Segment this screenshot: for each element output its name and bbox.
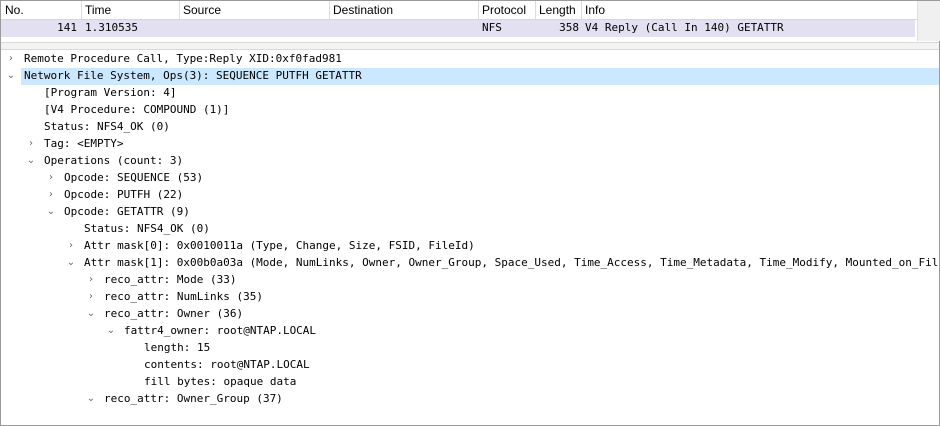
chevron-right-icon[interactable]: ›: [65, 239, 77, 253]
tree-item-label: [V4 Procedure: COMPOUND (1)]: [44, 103, 230, 116]
packet-time: 1.310535: [85, 21, 138, 34]
tree-item-opcode-getattr[interactable]: ⌄ Opcode: GETATTR (9): [1, 204, 939, 221]
packet-list-header: No. Time Source Destination Protocol Len…: [1, 1, 917, 20]
tree-item-reco-attr-owner[interactable]: ⌄ reco_attr: Owner (36): [1, 306, 939, 323]
packet-list: No. Time Source Destination Protocol Len…: [1, 1, 940, 41]
tree-item-attr-mask-1[interactable]: ⌄ Attr mask[1]: 0x00b0a03a (Mode, NumLin…: [1, 255, 939, 272]
tree-item-attr-mask-0[interactable]: › Attr mask[0]: 0x0010011a (Type, Change…: [1, 238, 939, 255]
packet-view-window: No. Time Source Destination Protocol Len…: [0, 0, 940, 426]
pane-splitter[interactable]: [1, 42, 939, 50]
chevron-right-icon[interactable]: ›: [45, 188, 57, 202]
tree-item-opcode-sequence[interactable]: › Opcode: SEQUENCE (53): [1, 170, 939, 187]
chevron-down-icon[interactable]: ⌄: [65, 256, 77, 270]
column-separator[interactable]: [179, 1, 180, 19]
tree-item-status[interactable]: Status: NFS4_OK (0): [1, 119, 939, 136]
chevron-down-icon[interactable]: ⌄: [45, 205, 57, 219]
tree-item-rpc[interactable]: › Remote Procedure Call, Type:Reply XID:…: [1, 51, 939, 68]
column-header-info[interactable]: Info: [585, 3, 605, 17]
tree-item-program-version[interactable]: [Program Version: 4]: [1, 85, 939, 102]
tree-item-label: Opcode: PUTFH (22): [64, 188, 184, 201]
tree-item-label: Remote Procedure Call, Type:Reply XID:0x…: [24, 52, 342, 65]
packet-details-tree: › Remote Procedure Call, Type:Reply XID:…: [1, 51, 939, 423]
tree-item-label: Attr mask[0]: 0x0010011a (Type, Change, …: [84, 239, 475, 252]
tree-item-nfs[interactable]: ⌄ Network File System, Ops(3): SEQUENCE …: [1, 68, 939, 85]
chevron-right-icon[interactable]: ›: [85, 290, 97, 304]
tree-item-operations[interactable]: ⌄ Operations (count: 3): [1, 153, 939, 170]
packet-row-selected[interactable]: 141 1.310535 NFS 358 V4 Reply (Call In 1…: [1, 20, 915, 37]
chevron-right-icon[interactable]: ›: [45, 171, 57, 185]
tree-item-reco-attr-mode[interactable]: › reco_attr: Mode (33): [1, 272, 939, 289]
column-header-time[interactable]: Time: [85, 3, 111, 17]
chevron-right-icon[interactable]: ›: [85, 273, 97, 287]
tree-item-contents[interactable]: contents: root@NTAP.LOCAL: [1, 357, 939, 374]
chevron-down-icon[interactable]: ⌄: [105, 324, 117, 338]
packet-list-scrollbar[interactable]: [917, 1, 940, 41]
column-separator[interactable]: [81, 1, 82, 19]
tree-item-label: contents: root@NTAP.LOCAL: [144, 358, 310, 371]
packet-no: 141: [57, 21, 77, 34]
tree-item-label: [Program Version: 4]: [44, 86, 177, 99]
packet-length: 358: [559, 21, 579, 34]
chevron-down-icon[interactable]: ⌄: [25, 154, 37, 168]
tree-item-label: Operations (count: 3): [44, 154, 184, 167]
packet-protocol: NFS: [482, 21, 502, 34]
column-header-no[interactable]: No.: [5, 3, 24, 17]
column-separator[interactable]: [581, 1, 582, 19]
chevron-down-icon[interactable]: ⌄: [85, 392, 97, 406]
chevron-down-icon[interactable]: ⌄: [85, 307, 97, 321]
tree-item-label: Status: NFS4_OK (0): [84, 222, 210, 235]
tree-item-label: reco_attr: NumLinks (35): [104, 290, 263, 303]
tree-item-label: Status: NFS4_OK (0): [44, 120, 170, 133]
tree-item-opcode-putfh[interactable]: › Opcode: PUTFH (22): [1, 187, 939, 204]
tree-item-label: length: 15: [144, 341, 211, 354]
tree-item-label: reco_attr: Mode (33): [104, 273, 237, 286]
column-header-source[interactable]: Source: [183, 3, 221, 17]
column-header-length[interactable]: Length: [539, 3, 576, 17]
tree-item-label: Opcode: GETATTR (9): [64, 205, 190, 218]
packet-info: V4 Reply (Call In 140) GETATTR: [585, 21, 784, 34]
tree-item-v4-procedure[interactable]: [V4 Procedure: COMPOUND (1)]: [1, 102, 939, 119]
column-separator[interactable]: [329, 1, 330, 19]
column-separator[interactable]: [535, 1, 536, 19]
tree-item-tag[interactable]: › Tag: <EMPTY>: [1, 136, 939, 153]
tree-item-getattr-status[interactable]: Status: NFS4_OK (0): [1, 221, 939, 238]
tree-item-label: Attr mask[1]: 0x00b0a03a (Mode, NumLinks…: [84, 256, 939, 269]
column-header-protocol[interactable]: Protocol: [482, 3, 526, 17]
chevron-right-icon[interactable]: ›: [25, 137, 37, 151]
tree-item-label: reco_attr: Owner (36): [104, 307, 244, 320]
tree-item-label: fattr4_owner: root@NTAP.LOCAL: [124, 324, 317, 337]
tree-item-label: fill bytes: opaque data: [144, 375, 297, 388]
column-header-destination[interactable]: Destination: [333, 3, 393, 17]
tree-item-length[interactable]: length: 15: [1, 340, 939, 357]
column-separator[interactable]: [478, 1, 479, 19]
tree-item-reco-attr-owner-group[interactable]: ⌄ reco_attr: Owner_Group (37): [1, 391, 939, 408]
chevron-down-icon[interactable]: ⌄: [5, 69, 17, 83]
tree-item-label: Tag: <EMPTY>: [44, 137, 124, 150]
tree-item-label: Opcode: SEQUENCE (53): [64, 171, 204, 184]
tree-item-label: reco_attr: Owner_Group (37): [104, 392, 283, 405]
tree-item-label: Network File System, Ops(3): SEQUENCE PU…: [24, 69, 362, 82]
tree-item-fill-bytes[interactable]: fill bytes: opaque data: [1, 374, 939, 391]
tree-item-reco-attr-numlinks[interactable]: › reco_attr: NumLinks (35): [1, 289, 939, 306]
tree-item-fattr4-owner[interactable]: ⌄ fattr4_owner: root@NTAP.LOCAL: [1, 323, 939, 340]
chevron-right-icon[interactable]: ›: [5, 52, 17, 66]
